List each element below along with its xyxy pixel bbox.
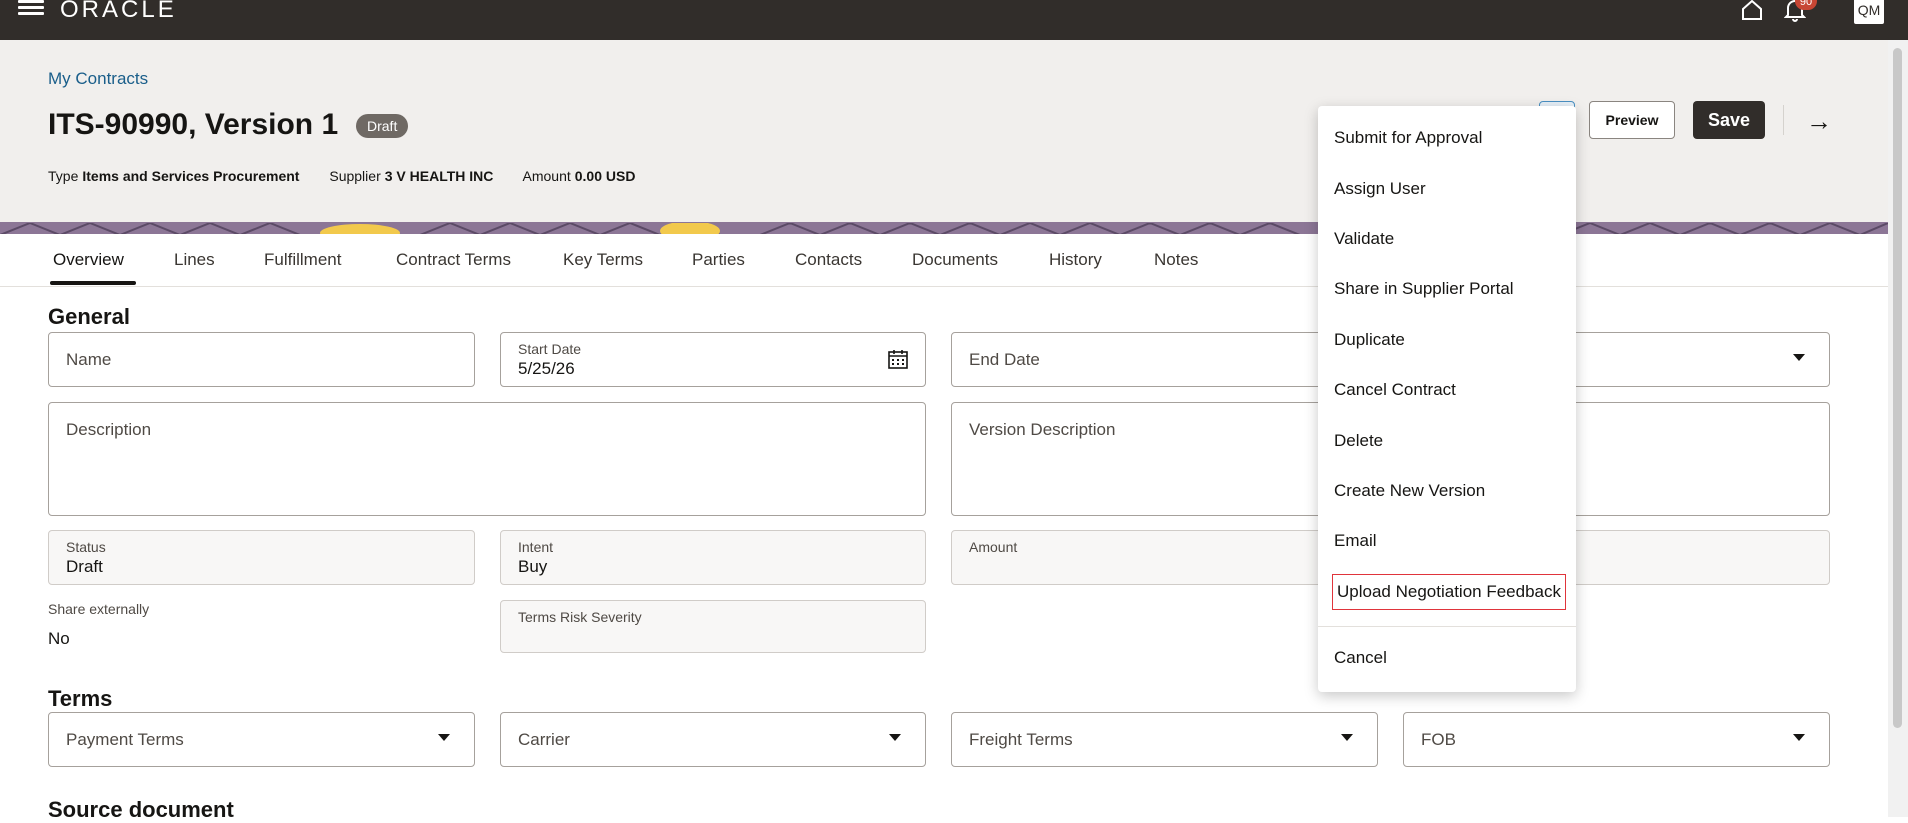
- menu-item-create-new-version[interactable]: Create New Version: [1334, 481, 1485, 501]
- meta-supplier-value: 3 V HEALTH INC: [384, 168, 494, 184]
- section-general-title: General: [48, 304, 130, 329]
- meta-type-label: Type: [48, 168, 79, 184]
- contract-header: My Contracts ITS-90990, Version 1 Draft …: [0, 40, 1888, 222]
- name-placeholder: Name: [66, 350, 112, 369]
- description-placeholder: Description: [66, 420, 152, 439]
- start-date-value: 5/25/26: [518, 359, 575, 378]
- terms-risk-severity-field: Terms Risk Severity: [500, 600, 926, 653]
- notification-count-badge: 90: [1795, 0, 1817, 10]
- menu-item-duplicate[interactable]: Duplicate: [1334, 330, 1405, 350]
- meta-amount-value: 0.00 USD: [574, 168, 636, 184]
- chevron-down-icon: [1793, 734, 1805, 741]
- header-divider: [1783, 105, 1784, 135]
- menu-item-delete[interactable]: Delete: [1334, 431, 1383, 451]
- oracle-logo[interactable]: ORACLE: [60, 0, 177, 24]
- amount-label: Amount: [969, 539, 1018, 555]
- tab-documents[interactable]: Documents: [912, 250, 998, 270]
- carrier-select[interactable]: Carrier: [500, 712, 926, 767]
- home-icon[interactable]: [1740, 0, 1764, 27]
- description-field[interactable]: Description: [48, 402, 926, 516]
- arrow-right-icon[interactable]: →: [1806, 106, 1832, 137]
- start-date-field[interactable]: Start Date 5/25/26: [500, 332, 926, 387]
- meta-type-value: Items and Services Procurement: [82, 168, 300, 184]
- section-terms-title: Terms: [48, 686, 113, 711]
- menu-item-share-in-supplier-portal[interactable]: Share in Supplier Portal: [1334, 279, 1514, 299]
- menu-item-validate[interactable]: Validate: [1334, 229, 1394, 249]
- intent-field: Intent Buy: [500, 530, 926, 585]
- tab-contract-terms[interactable]: Contract Terms: [396, 250, 511, 270]
- share-externally-label: Share externally: [48, 601, 150, 617]
- contract-meta: Type Items and Services Procurement Suppl…: [48, 168, 661, 184]
- global-header: ORACLE 90 QM: [0, 0, 1908, 40]
- tab-overview[interactable]: Overview: [53, 250, 124, 270]
- menu-item-cancel-contract[interactable]: Cancel Contract: [1334, 380, 1456, 400]
- name-field[interactable]: Name: [48, 332, 475, 387]
- freight-terms-placeholder: Freight Terms: [969, 730, 1073, 749]
- share-externally-value: No: [48, 629, 70, 648]
- menu-item-email[interactable]: Email: [1334, 531, 1377, 551]
- page-scrollbar[interactable]: [1888, 40, 1908, 817]
- end-date-field[interactable]: End Date: [951, 332, 1378, 387]
- menu-icon[interactable]: [18, 0, 44, 20]
- tab-bar: Overview Lines Fulfillment Contract Term…: [0, 234, 1888, 287]
- menu-item-assign-user[interactable]: Assign User: [1334, 179, 1426, 199]
- decorative-banner: [0, 222, 1888, 234]
- menu-item-upload-negotiation-feedback[interactable]: Upload Negotiation Feedback: [1332, 574, 1566, 610]
- tab-lines[interactable]: Lines: [174, 250, 215, 270]
- chevron-down-icon: [1793, 354, 1805, 361]
- status-badge: Draft: [356, 114, 409, 138]
- tab-history[interactable]: History: [1049, 250, 1102, 270]
- chevron-down-icon: [889, 734, 901, 741]
- save-button[interactable]: Save: [1693, 101, 1765, 139]
- breadcrumb-my-contracts[interactable]: My Contracts: [48, 69, 148, 89]
- tab-parties[interactable]: Parties: [692, 250, 745, 270]
- status-value: Draft: [66, 557, 103, 576]
- tab-fulfillment[interactable]: Fulfillment: [264, 250, 341, 270]
- intent-value: Buy: [518, 557, 548, 576]
- status-field: Status Draft: [48, 530, 475, 585]
- freight-terms-select[interactable]: Freight Terms: [951, 712, 1378, 767]
- fob-select[interactable]: FOB: [1403, 712, 1830, 767]
- user-avatar[interactable]: QM: [1854, 0, 1884, 24]
- version-description-placeholder: Version Description: [969, 420, 1116, 439]
- start-date-label: Start Date: [518, 341, 582, 357]
- meta-supplier-label: Supplier: [329, 168, 381, 184]
- chevron-down-icon: [438, 734, 450, 741]
- menu-item-submit-for-approval[interactable]: Submit for Approval: [1334, 128, 1482, 148]
- meta-amount-label: Amount: [522, 168, 571, 184]
- intent-label: Intent: [518, 539, 554, 555]
- end-date-placeholder: End Date: [969, 350, 1040, 369]
- tab-key-terms[interactable]: Key Terms: [563, 250, 643, 270]
- status-label: Status: [66, 539, 106, 555]
- section-source-document-title: Source document: [48, 797, 234, 822]
- terms-risk-severity-label: Terms Risk Severity: [518, 609, 642, 625]
- chevron-down-icon: [1341, 734, 1353, 741]
- menu-item-cancel[interactable]: Cancel: [1334, 648, 1387, 668]
- calendar-icon[interactable]: [887, 348, 909, 375]
- tab-contacts[interactable]: Contacts: [795, 250, 862, 270]
- preview-button[interactable]: Preview: [1589, 101, 1675, 139]
- carrier-placeholder: Carrier: [518, 730, 570, 749]
- scrollbar-thumb[interactable]: [1893, 48, 1902, 728]
- payment-terms-select[interactable]: Payment Terms: [48, 712, 475, 767]
- more-actions-menu: Submit for Approval Assign User Validate…: [1318, 106, 1576, 692]
- payment-terms-placeholder: Payment Terms: [66, 730, 184, 749]
- page-title: ITS-90990, Version 1: [48, 108, 339, 141]
- menu-separator: [1318, 626, 1576, 627]
- active-tab-indicator: [50, 281, 136, 285]
- fob-placeholder: FOB: [1421, 730, 1456, 749]
- tab-notes[interactable]: Notes: [1154, 250, 1198, 270]
